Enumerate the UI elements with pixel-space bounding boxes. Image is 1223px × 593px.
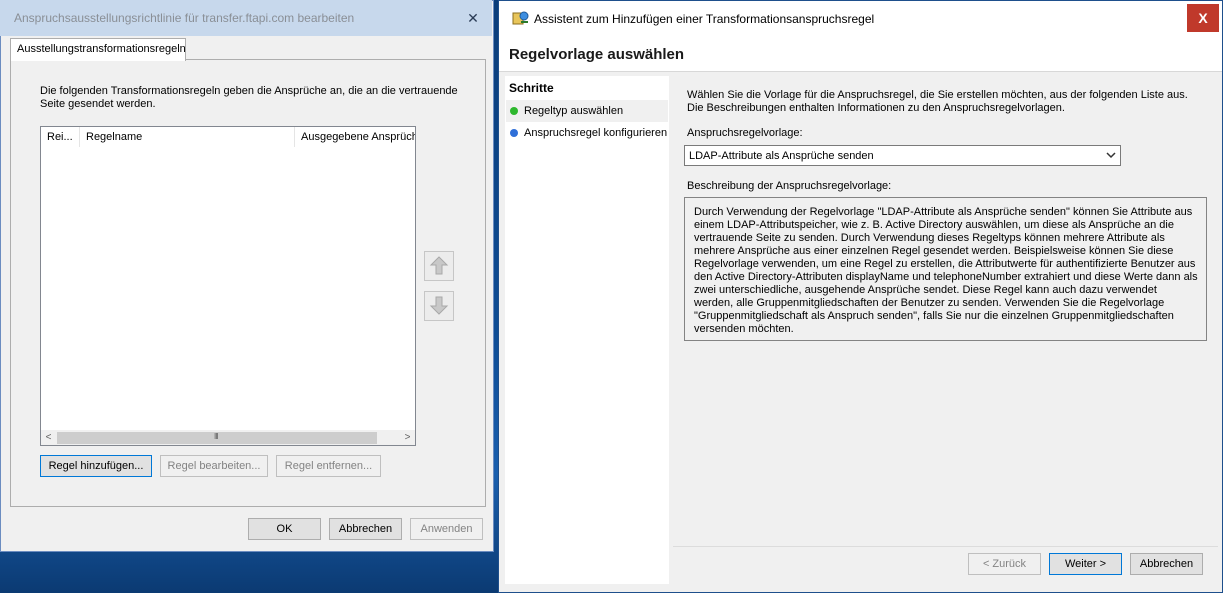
wizard-intro-text: Wählen Sie die Vorlage für die Anspruchs… bbox=[687, 89, 1188, 114]
apply-button[interactable]: Anwenden bbox=[410, 518, 483, 540]
left-dialog-close-icon[interactable]: ✕ bbox=[462, 8, 484, 28]
step-status-green-icon bbox=[510, 107, 518, 115]
rules-list[interactable]: Rei... Regelname Ausgegebene Ansprüch bbox=[40, 126, 416, 446]
step-label: Anspruchsregel konfigurieren bbox=[524, 127, 668, 139]
steps-title: Schritte bbox=[509, 81, 554, 95]
rules-description: Die folgenden Transformationsregeln gebe… bbox=[40, 85, 458, 110]
chevron-down-icon bbox=[1105, 148, 1117, 165]
add-rule-button[interactable]: Regel hinzufügen... bbox=[40, 455, 152, 477]
scroll-grip-icon: III bbox=[214, 432, 219, 441]
arrow-up-icon bbox=[429, 256, 449, 275]
left-cancel-button[interactable]: Abbrechen bbox=[329, 518, 402, 540]
column-header-order[interactable]: Rei... bbox=[41, 127, 80, 147]
tab-label: Ausstellungstransformationsregeln bbox=[17, 43, 186, 55]
wizard-page-title: Regelvorlage auswählen bbox=[509, 46, 685, 63]
scroll-left-icon[interactable]: < bbox=[41, 430, 56, 445]
back-button[interactable]: < Zurück bbox=[968, 553, 1041, 575]
step-select-rule-type[interactable]: Regeltyp auswählen bbox=[506, 100, 668, 122]
step-configure-claim-rule[interactable]: Anspruchsregel konfigurieren bbox=[506, 122, 668, 144]
column-header-issued-claims[interactable]: Ausgegebene Ansprüch bbox=[295, 127, 415, 147]
left-dialog-title: Anspruchsausstellungsrichtlinie für tran… bbox=[14, 11, 355, 25]
move-down-button[interactable] bbox=[424, 291, 454, 321]
template-description-text: Durch Verwendung der Regelvorlage "LDAP-… bbox=[694, 206, 1198, 335]
footer-divider bbox=[673, 546, 1218, 547]
template-selected-value: LDAP-Attribute als Ansprüche senden bbox=[689, 150, 874, 162]
next-button[interactable]: Weiter > bbox=[1049, 553, 1122, 575]
arrow-down-icon bbox=[429, 296, 449, 315]
move-up-button[interactable] bbox=[424, 251, 454, 281]
scroll-right-icon[interactable]: > bbox=[400, 430, 415, 445]
tab-issuance-transform-rules[interactable]: Ausstellungstransformationsregeln bbox=[10, 38, 186, 61]
template-label: Anspruchsregelvorlage: bbox=[687, 127, 803, 139]
description-label: Beschreibung der Anspruchsregelvorlage: bbox=[687, 180, 892, 192]
edit-rule-button[interactable]: Regel bearbeiten... bbox=[160, 455, 268, 477]
remove-rule-button[interactable]: Regel entfernen... bbox=[276, 455, 381, 477]
template-dropdown[interactable]: LDAP-Attribute als Ansprüche senden bbox=[684, 145, 1121, 166]
step-status-blue-icon bbox=[510, 129, 518, 137]
step-label: Regeltyp auswählen bbox=[524, 105, 624, 117]
column-header-rule-name[interactable]: Regelname bbox=[80, 127, 295, 147]
steps-pane bbox=[505, 76, 669, 584]
wizard-app-icon bbox=[512, 11, 529, 25]
wizard-close-icon[interactable]: X bbox=[1187, 4, 1219, 32]
wizard-title: Assistent zum Hinzufügen einer Transform… bbox=[534, 12, 875, 26]
ok-button[interactable]: OK bbox=[248, 518, 321, 540]
wizard-cancel-button[interactable]: Abbrechen bbox=[1130, 553, 1203, 575]
